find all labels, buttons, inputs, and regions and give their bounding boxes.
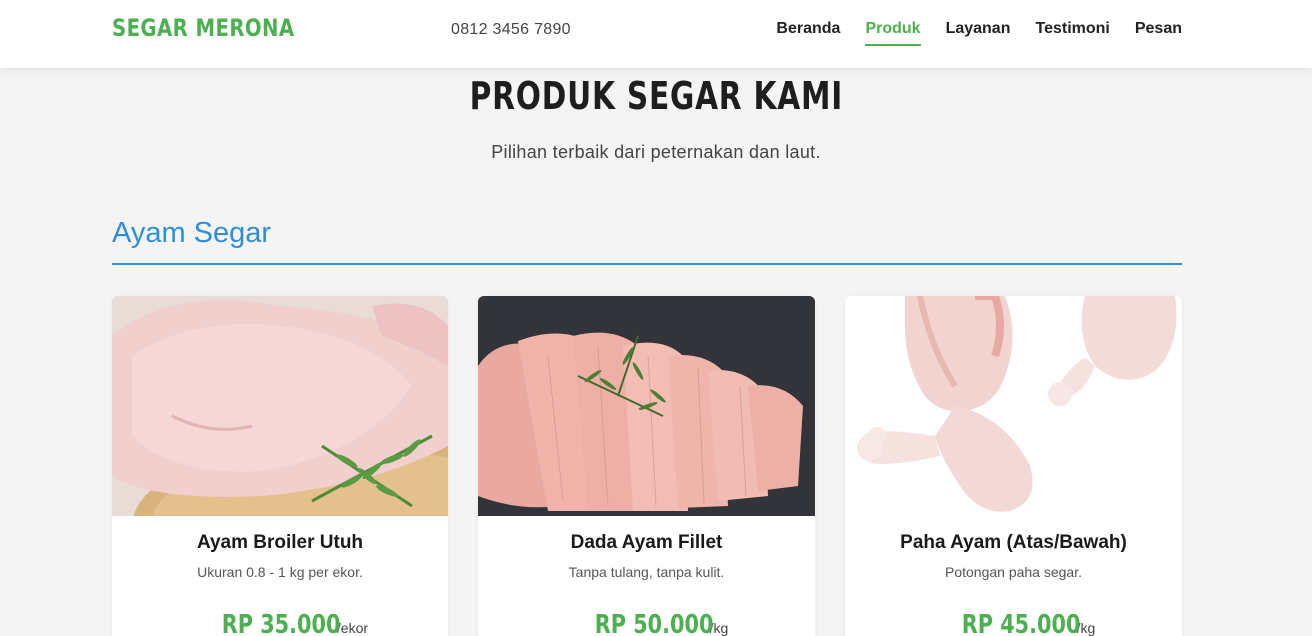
section-subtitle: Pilihan terbaik dari peternakan dan laut…	[491, 142, 821, 162]
section-title: PRODUK SEGAR KAMI	[0, 74, 1312, 118]
nav-layanan[interactable]: Layanan	[946, 20, 1011, 46]
nav-pesan[interactable]: Pesan	[1135, 20, 1182, 46]
main-nav: Beranda Produk Layanan Testimoni Pesan	[776, 20, 1182, 46]
nav-testimoni[interactable]: Testimoni	[1035, 20, 1109, 46]
price-row: RP 35.000 /ekor	[112, 610, 448, 636]
product-name: Ayam Broiler Utuh	[196, 532, 364, 553]
product-card-dada-fillet[interactable]: Dada Ayam Fillet Tanpa tulang, tanpa kul…	[478, 296, 815, 636]
product-name: Dada Ayam Fillet	[570, 532, 723, 553]
price-unit: /ekor	[336, 620, 369, 636]
product-price: RP 45.000	[961, 610, 1081, 636]
price-row: RP 45.000 /kg	[845, 610, 1182, 636]
brand-logo[interactable]: SEGAR MERONA	[112, 14, 295, 42]
chicken-fillet-photo	[478, 296, 815, 516]
nav-beranda[interactable]: Beranda	[776, 20, 840, 46]
product-description: Potongan paha segar.	[944, 564, 1082, 580]
category-title: Ayam Segar	[112, 217, 272, 249]
product-card-ayam-broiler[interactable]: Ayam Broiler Utuh Ukuran 0.8 - 1 kg per …	[112, 296, 448, 636]
nav-produk[interactable]: Produk	[865, 20, 921, 46]
category-divider	[112, 263, 1182, 265]
product-name: Paha Ayam (Atas/Bawah)	[900, 532, 1127, 553]
whole-chicken-photo	[112, 296, 448, 516]
top-navbar: SEGAR MERONA 0812 3456 7890 Beranda Prod…	[0, 0, 1312, 68]
product-card-paha-ayam[interactable]: Paha Ayam (Atas/Bawah) Potongan paha seg…	[845, 296, 1182, 636]
section-title-text: PRODUK SEGAR KAMI	[469, 74, 843, 118]
price-row: RP 50.000 /kg	[478, 610, 815, 636]
product-description: Ukuran 0.8 - 1 kg per ekor.	[197, 564, 363, 580]
chicken-drumstick-photo	[845, 296, 1182, 516]
product-price: RP 50.000	[594, 610, 714, 636]
phone-number: 0812 3456 7890	[451, 21, 571, 38]
product-description: Tanpa tulang, tanpa kulit.	[568, 564, 725, 580]
product-price: RP 35.000	[221, 610, 341, 636]
